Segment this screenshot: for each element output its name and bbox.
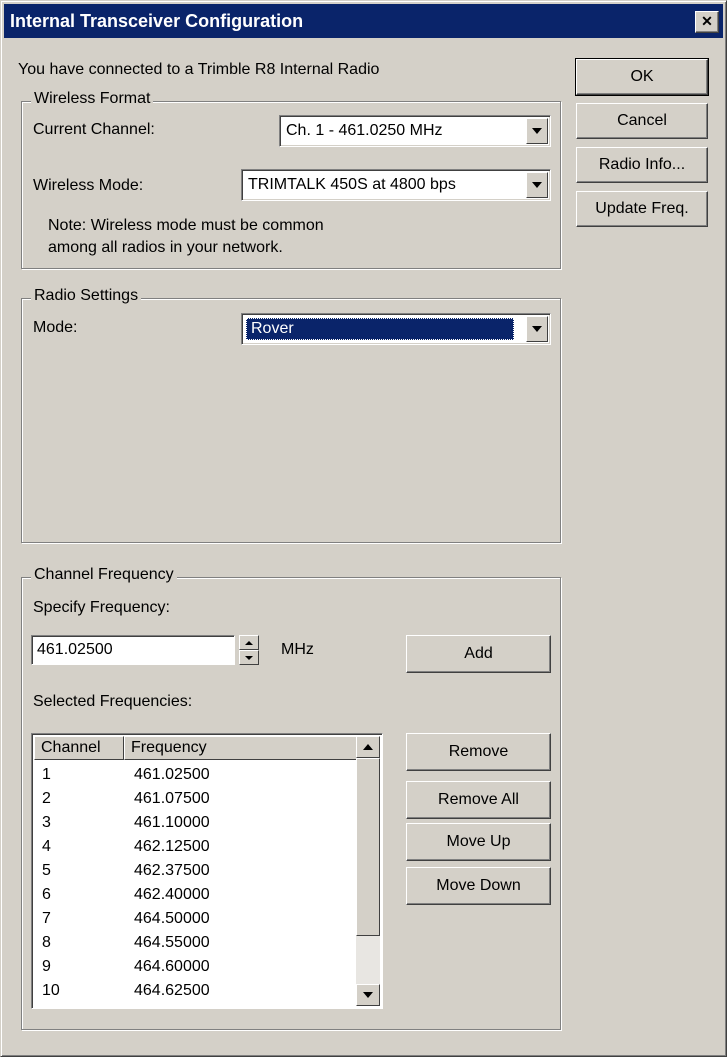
current-channel-select[interactable]: Ch. 1 - 461.0250 MHz bbox=[279, 115, 551, 147]
unit-label: MHz bbox=[281, 641, 314, 658]
cancel-button[interactable]: Cancel bbox=[576, 103, 708, 139]
dropdown-arrow-button[interactable] bbox=[526, 172, 548, 198]
dropdown-arrow-button[interactable] bbox=[526, 316, 548, 342]
note-line-2: among all radios in your network. bbox=[48, 239, 283, 256]
specify-frequency-label: Specify Frequency: bbox=[33, 599, 170, 616]
row-frequency: 464.50000 bbox=[134, 910, 210, 927]
table-row[interactable]: 6 462.40000 bbox=[34, 884, 374, 908]
note-line-1: Note: Wireless mode must be common bbox=[48, 217, 324, 234]
row-frequency: 461.10000 bbox=[134, 814, 210, 831]
frequency-list[interactable]: Channel Frequency 1 461.02500 2 461.07500 3 4… bbox=[31, 733, 383, 1009]
row-frequency: 461.02500 bbox=[134, 766, 210, 783]
row-frequency: 462.37500 bbox=[134, 862, 210, 879]
row-channel: 7 bbox=[42, 910, 51, 927]
frequency-input[interactable]: 461.02500 bbox=[31, 635, 235, 665]
row-channel: 2 bbox=[42, 790, 51, 807]
row-channel: 6 bbox=[42, 886, 51, 903]
mode-value: Rover bbox=[246, 318, 514, 340]
move-up-label: Move Up bbox=[446, 833, 511, 850]
intro-text: You have connected to a Trimble R8 Inter… bbox=[18, 61, 380, 78]
row-channel: 4 bbox=[42, 838, 51, 855]
column-header-frequency[interactable]: Frequency bbox=[124, 736, 378, 760]
row-frequency: 462.12500 bbox=[134, 838, 210, 855]
table-row[interactable]: 2 461.07500 bbox=[34, 788, 374, 812]
wireless-mode-value: TRIMTALK 450S at 4800 bps bbox=[248, 176, 456, 193]
close-icon: ✕ bbox=[701, 13, 713, 29]
remove-button[interactable]: Remove bbox=[406, 733, 551, 771]
row-frequency: 464.60000 bbox=[134, 958, 210, 975]
row-frequency: 462.40000 bbox=[134, 886, 210, 903]
selected-frequencies-label: Selected Frequencies: bbox=[33, 693, 193, 710]
ok-label: OK bbox=[630, 68, 654, 85]
table-row[interactable]: 10 464.62500 bbox=[34, 980, 374, 1004]
radio-info-button[interactable]: Radio Info... bbox=[576, 147, 708, 183]
update-freq-label: Update Freq. bbox=[595, 200, 689, 217]
table-row[interactable]: 7 464.50000 bbox=[34, 908, 374, 932]
scroll-up-button[interactable] bbox=[356, 736, 380, 758]
row-channel: 1 bbox=[42, 766, 51, 783]
scrollbar[interactable] bbox=[356, 736, 380, 1006]
add-label: Add bbox=[464, 645, 493, 662]
frequency-input-value: 461.02500 bbox=[37, 641, 113, 658]
channel-frequency-legend: Channel Frequency bbox=[31, 566, 177, 584]
spin-down-icon bbox=[245, 655, 253, 660]
current-channel-value: Ch. 1 - 461.0250 MHz bbox=[286, 122, 443, 139]
chevron-down-icon bbox=[532, 128, 542, 134]
row-channel: 8 bbox=[42, 934, 51, 951]
row-frequency: 461.07500 bbox=[134, 790, 210, 807]
current-channel-label: Current Channel: bbox=[33, 121, 155, 138]
row-frequency: 464.62500 bbox=[134, 982, 210, 999]
radio-info-label: Radio Info... bbox=[598, 156, 686, 173]
close-button[interactable]: ✕ bbox=[695, 11, 719, 33]
spin-up-button[interactable] bbox=[239, 635, 259, 650]
scroll-thumb[interactable] bbox=[356, 758, 380, 936]
dropdown-arrow-button[interactable] bbox=[526, 118, 548, 144]
row-channel: 5 bbox=[42, 862, 51, 879]
column-header-channel[interactable]: Channel bbox=[34, 736, 124, 760]
table-row[interactable]: 4 462.12500 bbox=[34, 836, 374, 860]
ok-button[interactable]: OK bbox=[575, 58, 709, 96]
spin-up-icon bbox=[245, 640, 253, 645]
mode-select[interactable]: Rover bbox=[241, 313, 551, 345]
row-channel: 3 bbox=[42, 814, 51, 831]
table-row[interactable]: 3 461.10000 bbox=[34, 812, 374, 836]
wireless-format-legend: Wireless Format bbox=[31, 90, 154, 108]
table-row[interactable]: 8 464.55000 bbox=[34, 932, 374, 956]
move-down-button[interactable]: Move Down bbox=[406, 867, 551, 905]
row-channel: 10 bbox=[42, 982, 60, 999]
radio-settings-legend: Radio Settings bbox=[31, 287, 142, 305]
chevron-down-icon bbox=[532, 182, 542, 188]
table-row[interactable]: 9 464.60000 bbox=[34, 956, 374, 980]
update-freq-button[interactable]: Update Freq. bbox=[576, 191, 708, 227]
remove-all-label: Remove All bbox=[438, 791, 519, 808]
title-bar[interactable]: Internal Transceiver Configuration ✕ bbox=[4, 4, 723, 38]
add-button[interactable]: Add bbox=[406, 635, 551, 673]
chevron-down-icon bbox=[532, 326, 542, 332]
row-channel: 9 bbox=[42, 958, 51, 975]
spin-down-button[interactable] bbox=[239, 650, 259, 665]
chevron-down-icon bbox=[363, 992, 373, 998]
remove-all-button[interactable]: Remove All bbox=[406, 781, 551, 819]
transceiver-config-dialog: Internal Transceiver Configuration ✕ You… bbox=[0, 0, 727, 1057]
move-up-button[interactable]: Move Up bbox=[406, 823, 551, 861]
scroll-down-button[interactable] bbox=[356, 984, 380, 1006]
wireless-mode-select[interactable]: TRIMTALK 450S at 4800 bps bbox=[241, 169, 551, 201]
chevron-up-icon bbox=[363, 744, 373, 750]
wireless-mode-label: Wireless Mode: bbox=[33, 177, 144, 194]
row-frequency: 464.55000 bbox=[134, 934, 210, 951]
move-down-label: Move Down bbox=[436, 877, 521, 894]
table-row[interactable]: 1 461.02500 bbox=[34, 764, 374, 788]
cancel-label: Cancel bbox=[617, 112, 667, 129]
table-row[interactable]: 5 462.37500 bbox=[34, 860, 374, 884]
window-title: Internal Transceiver Configuration bbox=[10, 11, 304, 31]
remove-label: Remove bbox=[448, 743, 509, 760]
mode-label: Mode: bbox=[33, 319, 78, 336]
